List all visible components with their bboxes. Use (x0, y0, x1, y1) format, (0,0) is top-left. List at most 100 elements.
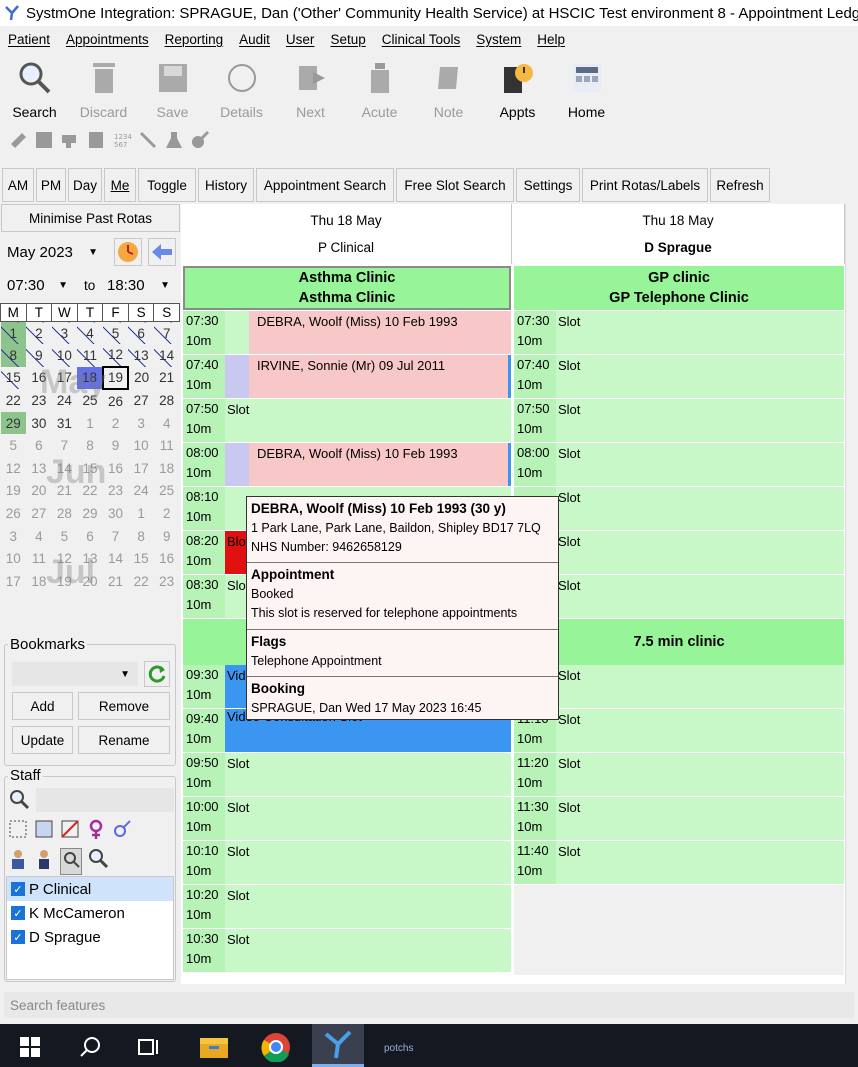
appointment-slot[interactable]: 08:00 10m Slot (514, 443, 844, 487)
calendar-day[interactable]: 4 (77, 321, 103, 345)
bookmark-refresh-button[interactable] (144, 661, 170, 687)
appointment-slot[interactable]: 07:50 10m Slot (514, 399, 844, 443)
rota-search-icon[interactable] (60, 848, 82, 875)
appointment-slot[interactable]: 11:30 10m Slot (514, 797, 844, 841)
pill-icon[interactable] (190, 130, 210, 150)
appointment-slot[interactable]: 09:50 10m Slot (183, 753, 511, 797)
calendar-day[interactable]: 5 (102, 321, 129, 345)
calendar-day[interactable]: 8 (0, 344, 27, 367)
menu-help[interactable]: Help (537, 32, 565, 47)
calendar-day[interactable]: 6 (128, 321, 154, 345)
calendar-day[interactable]: 21 (154, 367, 180, 390)
appointment-slot[interactable]: 10:30 10m Slot (183, 929, 511, 973)
calendar-day[interactable]: 13 (128, 344, 154, 367)
calendar-day[interactable]: 12 (102, 344, 129, 367)
calendar-day[interactable]: 25 (77, 389, 103, 412)
minimise-past-rotas-button[interactable]: Minimise Past Rotas (1, 204, 180, 232)
task-view-icon[interactable] (138, 1036, 160, 1061)
free-slot-search-button[interactable]: Free Slot Search (396, 168, 514, 202)
systmone-taskbar-button[interactable] (312, 1024, 364, 1067)
calendar-day[interactable]: 16 (154, 547, 180, 570)
search-features-input[interactable]: Search features (4, 992, 854, 1018)
calendar-day[interactable]: 26 (103, 389, 129, 412)
back-arrow-button[interactable] (148, 238, 176, 266)
next-button[interactable]: Next (276, 56, 345, 124)
clinic-header-7-5-min[interactable]: 7.5 min clinic (514, 619, 844, 665)
grid-icon[interactable] (34, 130, 54, 150)
clinician-icon[interactable] (8, 848, 28, 875)
calendar-day[interactable]: 10 (51, 344, 78, 367)
calendar-day[interactable]: 4 (154, 412, 180, 435)
calendar-day[interactable]: 14 (52, 457, 78, 480)
numbers-icon[interactable]: 1234 567 (112, 130, 132, 150)
calendar-day[interactable]: 24 (128, 480, 154, 503)
appointment-slot[interactable]: Slot (514, 575, 844, 619)
checkbox-checked-icon[interactable]: ✓ (11, 906, 25, 920)
calendar-day[interactable]: 21 (103, 570, 129, 593)
calendar-day[interactable]: 9 (154, 525, 180, 548)
calendar-day[interactable]: 1 (77, 412, 103, 435)
flask-icon[interactable] (164, 130, 184, 150)
calendar-day[interactable]: 8 (128, 525, 154, 548)
calendar-day[interactable]: 16 (103, 457, 129, 480)
calendar-day[interactable]: 10 (128, 434, 154, 457)
appointment-search-button[interactable]: Appointment Search (256, 168, 394, 202)
appointment-slot[interactable]: 07:30 10m Slot (514, 311, 844, 355)
appointment-slot[interactable]: Slot (514, 665, 844, 709)
appointment-slot[interactable]: 07:30 10m DEBRA, Woolf (Miss) 10 Feb 1993 (183, 311, 511, 355)
calendar-day[interactable]: 29 (0, 411, 27, 435)
search-button[interactable]: Search (0, 56, 69, 124)
staff-item[interactable]: ✓ D Sprague (7, 925, 173, 949)
checkbox-checked-icon[interactable]: ✓ (11, 930, 25, 944)
appointment-slot[interactable]: Slot (514, 531, 844, 575)
bandage-icon[interactable] (8, 130, 28, 150)
calendar-day[interactable]: 28 (154, 389, 180, 412)
calendar-day[interactable]: 4 (26, 525, 52, 548)
calendar-day[interactable]: 7 (103, 525, 129, 548)
calendar-day[interactable]: 11 (26, 547, 52, 570)
taskbar-search-icon[interactable] (80, 1036, 102, 1061)
save-button[interactable]: Save (138, 56, 207, 124)
menu-reporting[interactable]: Reporting (165, 32, 224, 47)
male-icon[interactable] (112, 818, 132, 843)
calendar-day[interactable]: 2 (154, 502, 180, 525)
calendar-day[interactable]: 13 (26, 457, 52, 480)
refresh-button[interactable]: Refresh (710, 168, 770, 202)
calendar-day[interactable]: 2 (103, 412, 129, 435)
calendar-day[interactable]: 16 (26, 367, 52, 390)
print-rotas-labels-button[interactable]: Print Rotas/Labels (582, 168, 708, 202)
menu-system[interactable]: System (476, 32, 521, 47)
file-explorer-icon[interactable] (200, 1034, 228, 1063)
history-button[interactable]: History (198, 168, 254, 202)
calendar-day[interactable]: 20 (26, 480, 52, 503)
calendar-day[interactable]: 11 (77, 344, 103, 367)
bookmark-add-button[interactable]: Add (12, 692, 73, 720)
calendar-day[interactable]: 21 (52, 480, 78, 503)
calendar-day[interactable]: 26 (1, 502, 27, 525)
taskbar-app-label[interactable]: potchs (384, 1043, 413, 1054)
clinic-header-gp[interactable]: GP clinic GP Telephone Clinic (514, 266, 844, 310)
discard-button[interactable]: Discard (69, 56, 138, 124)
bookmark-select[interactable]: ▼ (12, 662, 138, 686)
calendar-day[interactable]: 27 (26, 502, 52, 525)
calendar-day[interactable]: 5 (52, 525, 78, 548)
pm-button[interactable]: PM (36, 168, 66, 202)
menu-clinical-tools[interactable]: Clinical Tools (382, 32, 461, 47)
appointment-slot[interactable]: 07:40 10m Slot (514, 355, 844, 399)
select-none-icon[interactable] (8, 818, 28, 843)
calendar-day[interactable]: 3 (51, 321, 78, 345)
calendar-day[interactable]: 5 (1, 434, 27, 457)
staff-search-input[interactable] (36, 788, 174, 812)
appointment-slot[interactable]: 07:50 10m Slot (183, 399, 511, 443)
appointment-slot[interactable]: Slot (514, 487, 844, 531)
bookmark-remove-button[interactable]: Remove (78, 692, 170, 720)
appointment-slot[interactable]: 10:00 10m Slot (183, 797, 511, 841)
calendar-day[interactable]: 19 (52, 570, 78, 593)
calendar-day[interactable]: 22 (128, 570, 154, 593)
staff-person-icon[interactable] (34, 848, 54, 875)
calendar-day[interactable]: 1 (128, 502, 154, 525)
today-clock-button[interactable] (114, 238, 142, 266)
appointment-slot[interactable]: 07:40 10m IRVINE, Sonnie (Mr) 09 Jul 2011 (183, 355, 511, 399)
month-select[interactable]: May 2023 ▼ (2, 237, 106, 267)
calendar-day[interactable]: 6 (26, 434, 52, 457)
